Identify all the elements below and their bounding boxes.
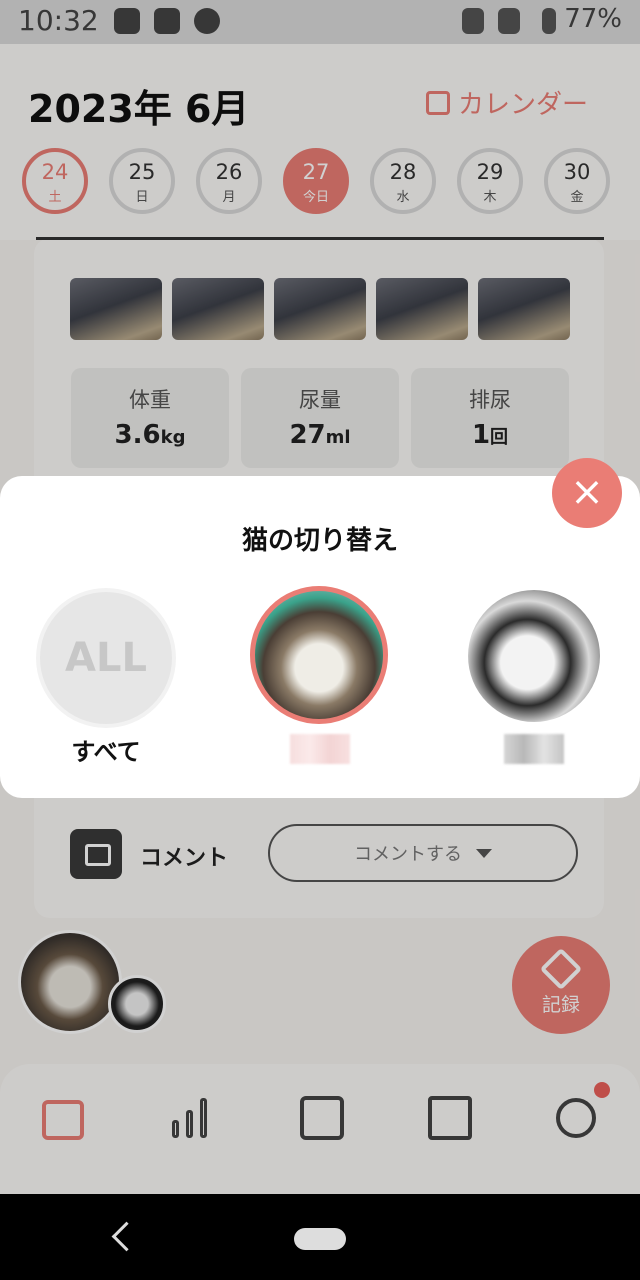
cat-name-redacted [504,734,564,764]
home-pill[interactable] [294,1228,346,1250]
close-button[interactable]: × [552,458,622,528]
cat-option-selected[interactable] [250,586,388,724]
all-cats-option[interactable]: ALL [40,592,172,724]
all-cats-label: すべて [71,738,141,766]
modal-title: 猫の切り替え [241,526,398,556]
cat-option[interactable] [468,590,600,722]
cat-name-redacted [290,734,350,764]
